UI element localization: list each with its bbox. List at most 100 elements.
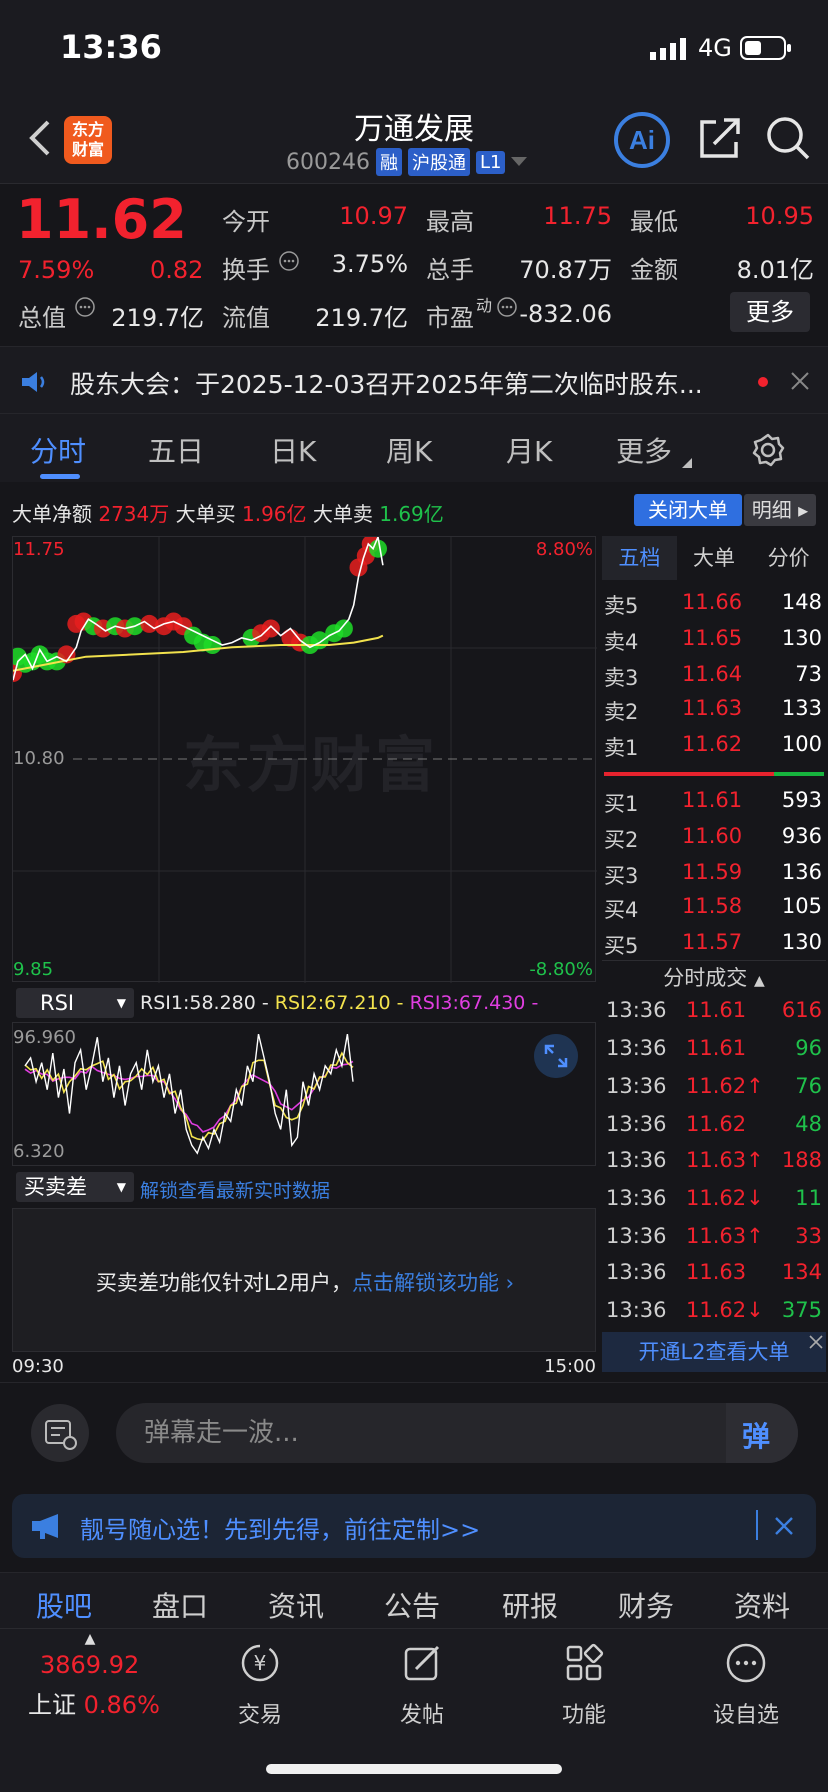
tab-forum[interactable]: 股吧 <box>36 1585 92 1625</box>
svg-text:¥: ¥ <box>254 1651 267 1675</box>
danmu-settings-icon[interactable] <box>30 1403 90 1463</box>
open-value: 10.97 <box>339 202 408 230</box>
dropdown-icon: ▼ <box>116 1180 126 1194</box>
index-pct: 0.86% <box>83 1691 160 1719</box>
chart-tabs: 分时 五日 日K 周K 月K 更多 <box>0 414 828 482</box>
intraday-chart[interactable]: 东方财富 11.75 8.80% 10.80 9.85 -8.80% <box>12 536 597 983</box>
axis-bottom-price: 9.85 <box>13 959 54 980</box>
tick-row: 13:36 11.63↑ 188 <box>606 1148 822 1172</box>
ticks-title[interactable]: 分时成交 ▲ <box>602 962 826 992</box>
sell-value: 1.69亿 <box>379 502 444 526</box>
tick-row: 13:36 11.61 616 <box>606 998 822 1022</box>
open-label: 今开 <box>222 208 270 236</box>
info-icon[interactable] <box>496 296 518 318</box>
tab-daily-k[interactable]: 日K <box>270 430 316 470</box>
low-label: 最低 <box>630 208 678 236</box>
danmu-label: 弹 <box>742 1420 771 1453</box>
tag-margin: 融 <box>375 148 402 176</box>
close-icon[interactable] <box>774 1516 794 1536</box>
section-tabs: 股吧 盘口 资讯 公告 研报 财务 资料 <box>0 1572 828 1628</box>
dropdown-icon <box>682 458 692 468</box>
close-icon[interactable] <box>790 371 810 391</box>
tick-row: 13:36 11.62↓ 11 <box>606 1186 822 1210</box>
nav-functions[interactable]: 功能 <box>524 1641 644 1729</box>
tab-intraday[interactable]: 分时 <box>30 430 86 470</box>
promo-banner[interactable]: 靓号随心选！先到先得，前往定制>> <box>12 1494 816 1558</box>
expand-icon[interactable] <box>534 1034 578 1078</box>
info-icon[interactable] <box>74 296 96 318</box>
chevron-down-icon <box>511 157 528 166</box>
chevron-right-icon: › <box>498 1271 515 1295</box>
rsi-chart[interactable]: 96.960 6.320 <box>12 1022 596 1166</box>
battery-icon <box>740 36 791 60</box>
axis-bottom-pct: -8.80% <box>529 959 593 980</box>
tab-weekly-k[interactable]: 周K <box>386 430 432 470</box>
l2-upgrade-banner[interactable]: 开通L2查看大单 <box>602 1332 826 1372</box>
announcement-bar[interactable]: 股东大会：于2025-12-03召开2025年第二次临时股东... <box>0 346 828 414</box>
pct-change: 7.59% <box>18 256 95 284</box>
nav-trade[interactable]: ¥ 交易 <box>200 1641 320 1729</box>
index-value[interactable]: 3869.92 <box>40 1651 139 1679</box>
turnover-label: 换手 <box>222 256 270 284</box>
volume-label: 总手 <box>426 256 474 284</box>
axis-top-price: 11.75 <box>13 539 65 560</box>
tab-news[interactable]: 资讯 <box>268 1585 324 1625</box>
indicator-select[interactable]: RSI ▼ <box>16 988 134 1018</box>
detail-button[interactable]: 明细 ▸ <box>744 494 816 526</box>
unlock-link[interactable]: 解锁查看最新实时数据 <box>140 1176 330 1203</box>
danmu-send-button[interactable]: 弹 <box>726 1403 798 1463</box>
tab-big-orders[interactable]: 大单 <box>677 536 752 580</box>
tab-5day[interactable]: 五日 <box>148 430 204 470</box>
close-icon[interactable] <box>808 1334 824 1350</box>
nav-add-watchlist[interactable]: 设自选 <box>686 1641 806 1729</box>
big-sell-dot <box>369 539 387 558</box>
ai-icon[interactable]: Ai <box>612 110 672 170</box>
buy-sell-diff-label: 买卖差 <box>24 1175 87 1199</box>
tab-five-levels[interactable]: 五档 <box>602 536 677 580</box>
more-button[interactable]: 更多 <box>730 292 810 332</box>
stock-code-row[interactable]: 600246 融 沪股通 L1 <box>286 148 528 176</box>
bid-row: 买1 11.61 593 <box>604 788 822 816</box>
index-summary[interactable]: 上证 0.86% <box>28 1685 160 1720</box>
tab-monthly-k[interactable]: 月K <box>506 430 552 470</box>
time-axis: 09:30 15:00 <box>12 1356 596 1380</box>
axis-mid-price: 10.80 <box>13 748 67 769</box>
announcement-text: 股东大会：于2025-12-03召开2025年第二次临时股东... <box>70 370 703 399</box>
tick-row: 13:36 11.62↓ 375 <box>606 1298 822 1322</box>
info-icon[interactable] <box>278 250 300 272</box>
rsi2-value: RSI2:67.210 - <box>274 992 404 1014</box>
tab-notices[interactable]: 公告 <box>384 1585 440 1625</box>
price-change: 0.82 <box>150 256 204 284</box>
nav-post[interactable]: 发帖 <box>362 1641 482 1729</box>
tab-handicap[interactable]: 盘口 <box>152 1585 208 1625</box>
gear-icon[interactable] <box>750 432 786 468</box>
status-time: 13:36 <box>60 28 162 66</box>
turnover-value: 3.75% <box>331 250 408 278</box>
close-big-order-button[interactable]: 关闭大单 <box>634 494 742 526</box>
megaphone-icon <box>32 1514 58 1539</box>
status-bar: 13:36 4G <box>0 0 828 96</box>
stock-header: 东方 财富 万通发展 600246 融 沪股通 L1 Ai <box>0 96 828 184</box>
low-value: 10.95 <box>745 202 814 230</box>
time-end: 15:00 <box>544 1356 596 1377</box>
rsi-min: 6.320 <box>13 1141 65 1162</box>
tab-profile[interactable]: 资料 <box>734 1585 790 1625</box>
tab-finance[interactable]: 财务 <box>618 1585 674 1625</box>
share-icon[interactable] <box>696 114 744 162</box>
tab-indicator <box>40 474 80 479</box>
tab-more[interactable]: 更多 <box>616 430 672 470</box>
mktcap-label: 总值 <box>18 304 66 332</box>
search-icon[interactable] <box>764 114 812 162</box>
volume-value: 70.87万 <box>519 256 612 284</box>
buy-sell-diff-select[interactable]: 买卖差 ▼ <box>16 1172 134 1202</box>
big-sell-dot <box>203 636 222 654</box>
nav-functions-label: 功能 <box>561 1703 606 1728</box>
tab-reports[interactable]: 研报 <box>502 1585 558 1625</box>
time-start: 09:30 <box>12 1356 64 1377</box>
tab-price-distribution[interactable]: 分价 <box>751 536 826 580</box>
float-value: 219.7亿 <box>315 304 408 332</box>
unlock-feature-link[interactable]: 点击解锁该功能 <box>352 1271 499 1295</box>
danmu-input[interactable]: 弹幕走一波... <box>116 1403 798 1463</box>
promo-text: 靓号随心选！先到先得，前往定制>> <box>80 1516 481 1544</box>
net-value: 2734万 <box>98 502 170 526</box>
